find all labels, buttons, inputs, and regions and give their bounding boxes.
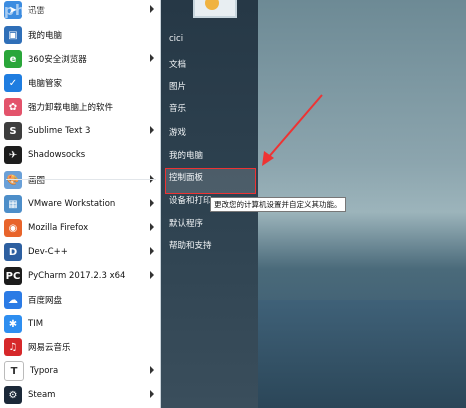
right-menu-item[interactable]: 我的电脑 <box>169 149 203 161</box>
submenu-arrow-icon <box>150 126 154 134</box>
menu-item[interactable]: 🎨 画图 <box>0 168 160 192</box>
shield-icon: ✓ <box>4 74 22 92</box>
menu-item-label: 网易云音乐 <box>28 343 71 353</box>
submenu-arrow-icon <box>150 247 154 255</box>
vmware-icon: ▦ <box>4 195 22 213</box>
submenu-arrow-icon <box>150 199 154 207</box>
avatar-flower-icon <box>205 0 219 10</box>
user-avatar[interactable] <box>193 0 237 18</box>
start-menu-programs: ➤ 迅雷 ▣ 我的电脑 e 360安全浏览器 ✓ 电脑管家 ✿ 强力卸载电脑上的软件 S Sublim… <box>0 0 161 408</box>
computer-icon: ▣ <box>4 26 22 44</box>
pycharm-icon: PC <box>4 267 22 285</box>
uninstall-icon: ✿ <box>4 98 22 116</box>
menu-item-label: Sublime Text 3 <box>28 126 91 136</box>
right-menu-item[interactable]: 帮助和支持 <box>169 239 212 251</box>
paint-icon: 🎨 <box>4 171 22 189</box>
menu-item[interactable]: D Dev-C++ <box>0 240 160 264</box>
browser-360-icon: e <box>4 50 22 68</box>
submenu-arrow-icon <box>150 54 154 62</box>
menu-item[interactable]: ▣ 我的电脑 <box>0 23 160 47</box>
menu-item[interactable]: ♫ 网易云音乐 <box>0 335 160 359</box>
menu-item[interactable]: e 360安全浏览器 <box>0 47 160 71</box>
menu-item[interactable]: ◉ Mozilla Firefox <box>0 216 160 240</box>
menu-item-label: 360安全浏览器 <box>28 55 87 65</box>
menu-item-label: Typora <box>30 366 59 376</box>
menu-item-label: Shadowsocks <box>28 150 86 160</box>
menu-item[interactable]: ⚙ Steam <box>0 383 160 407</box>
menu-item-label: 强力卸载电脑上的软件 <box>28 103 114 113</box>
menu-item[interactable]: PC PyCharm 2017.2.3 x64 <box>0 264 160 288</box>
menu-item[interactable]: ▦ VMware Workstation <box>0 192 160 216</box>
submenu-arrow-icon <box>150 5 154 13</box>
right-menu-item[interactable]: 游戏 <box>169 126 186 138</box>
menu-item[interactable]: ✿ 强力卸载电脑上的软件 <box>0 95 160 119</box>
sublime-icon: S <box>4 122 22 140</box>
steam-icon: ⚙ <box>4 386 22 404</box>
menu-item-label: 我的电脑 <box>28 31 63 41</box>
right-menu-item[interactable]: cici <box>169 34 183 44</box>
shadowsocks-icon: ✈ <box>4 146 22 164</box>
menu-separator <box>6 179 156 180</box>
menu-item-label: VMware Workstation <box>28 199 116 209</box>
tim-icon: ✱ <box>4 315 22 333</box>
right-menu-item[interactable]: 设备和打印 <box>169 194 212 206</box>
baidu-pan-icon: ☁ <box>4 291 22 309</box>
right-menu-item[interactable]: 默认程序 <box>169 217 203 229</box>
menu-item[interactable]: ☁ 百度网盘 <box>0 288 160 312</box>
firefox-icon: ◉ <box>4 219 22 237</box>
watermark-logo: php中文网 <box>4 3 83 19</box>
wallpaper-sea <box>258 300 466 408</box>
menu-item[interactable]: ✈ Shadowsocks <box>0 143 160 167</box>
submenu-arrow-icon <box>150 390 154 398</box>
tooltip: 更改您的计算机设置并自定义其功能。 <box>210 197 346 212</box>
menu-item-label: TIM <box>28 319 44 329</box>
menu-item-label: Dev-C++ <box>28 247 68 257</box>
menu-item[interactable]: S Sublime Text 3 <box>0 119 160 143</box>
menu-item-label: Steam <box>28 390 56 400</box>
right-menu-item[interactable]: 图片 <box>169 80 186 92</box>
menu-item-label: 电脑管家 <box>28 79 63 89</box>
menu-item[interactable]: ✓ 电脑管家 <box>0 71 160 95</box>
right-menu-item[interactable]: 文档 <box>169 58 186 70</box>
devcpp-icon: D <box>4 243 22 261</box>
menu-item[interactable]: ✱ TIM <box>0 312 160 336</box>
typora-icon: T <box>4 361 24 381</box>
menu-item-label: PyCharm 2017.2.3 x64 <box>28 271 126 281</box>
menu-item-label: Mozilla Firefox <box>28 223 89 233</box>
submenu-arrow-icon <box>150 271 154 279</box>
menu-item-label: 画图 <box>28 176 46 186</box>
right-menu-item[interactable]: 控制面板 <box>169 171 203 183</box>
menu-item-label: 百度网盘 <box>28 296 63 306</box>
menu-item[interactable]: T Typora <box>0 359 160 383</box>
netease-music-icon: ♫ <box>4 338 22 356</box>
submenu-arrow-icon <box>150 223 154 231</box>
submenu-arrow-icon <box>150 366 154 374</box>
right-menu-item[interactable]: 音乐 <box>169 102 186 114</box>
